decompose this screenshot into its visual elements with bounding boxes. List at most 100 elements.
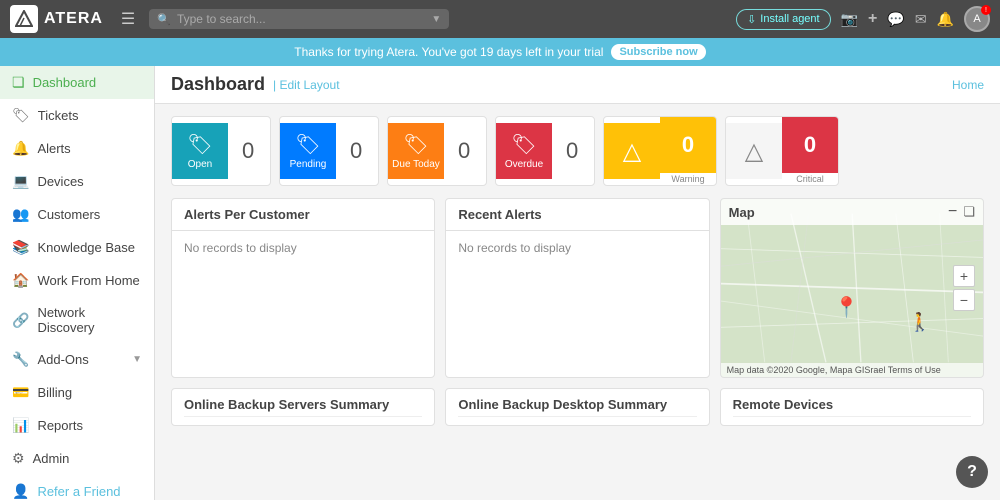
chevron-down-icon: ▼ [431,14,441,25]
tag-icon: 🏷 [511,132,536,157]
due-today-stat-icon: 🏷 Due Today [388,123,444,179]
remote-devices-title: Remote Devices [733,397,971,417]
stat-card-overdue: 🏷 Overdue 0 [495,116,595,186]
install-agent-button[interactable]: ⇩ Install agent [736,9,831,30]
sidebar-item-reports[interactable]: 📊 Reports [0,409,154,442]
trial-banner: Thanks for trying Atera. You've got 19 d… [0,38,1000,66]
tag-icon: 🏷 [403,132,428,157]
sidebar-item-alerts[interactable]: 🔔 Alerts [0,132,154,165]
billing-icon: 💳 [12,384,29,401]
hamburger-icon[interactable]: ☰ [121,9,135,29]
sidebar-item-label: Work From Home [37,273,139,288]
sidebar-item-dashboard[interactable]: ❏ Dashboard [0,66,154,99]
sidebar-item-knowledge-base[interactable]: 📚 Knowledge Base [0,231,154,264]
logo: ATERA [10,5,103,33]
backup-desktop-panel: Online Backup Desktop Summary [445,388,709,426]
sidebar: ❏ Dashboard 🏷 Tickets 🔔 Alerts 💻 Devices… [0,66,155,500]
stat-card-warning: △ 0 Warning [603,116,717,186]
page-title: Dashboard [171,74,265,95]
sidebar-item-label: Add-Ons [37,352,88,367]
recent-alerts-header: Recent Alerts [446,199,708,231]
pending-stat-icon: 🏷 Pending [280,123,336,179]
overdue-stat-count: 0 [552,138,592,164]
customers-icon: 👥 [12,206,29,223]
bottom-sections-row: Online Backup Servers Summary Online Bac… [171,388,984,426]
recent-alerts-panel: Recent Alerts No records to display [445,198,709,378]
alerts-icon: 🔔 [12,140,29,157]
sidebar-item-work-from-home[interactable]: 🏠 Work From Home [0,264,154,297]
sidebar-item-label: Refer a Friend [37,484,120,499]
dashboard-body: 🏷 Open 0 🏷 Pending 0 [155,104,1000,438]
plus-icon[interactable]: + [868,10,877,28]
content-header-left: Dashboard | Edit Layout [171,74,340,95]
search-icon: 🔍 [157,13,171,26]
work-from-home-icon: 🏠 [12,272,29,289]
stats-row: 🏷 Open 0 🏷 Pending 0 [171,116,984,186]
warning-stat-count: 0 [660,117,716,173]
sidebar-item-network-discovery[interactable]: 🔗 Network Discovery [0,297,154,343]
navbar: ATERA ☰ 🔍 ▼ ⇩ Install agent 📷 + 💬 ✉ 🔔 A … [0,0,1000,38]
alerts-per-customer-panel: Alerts Per Customer No records to displa… [171,198,435,378]
knowledge-base-icon: 📚 [12,239,29,256]
network-icon: 🔗 [12,312,29,329]
admin-icon: ⚙ [12,450,25,467]
alerts-per-customer-header: Alerts Per Customer [172,199,434,231]
reports-icon: 📊 [12,417,29,434]
remote-devices-panel: Remote Devices [720,388,984,426]
map-title: Map [729,205,755,220]
refer-icon: 👤 [12,483,29,500]
chat-icon[interactable]: 💬 [887,11,904,28]
sidebar-item-label: Tickets [38,108,79,123]
avatar[interactable]: A ! [964,6,990,32]
sidebar-item-label: Dashboard [33,75,97,90]
map-zoom-in-button[interactable]: + [953,265,975,287]
map-svg [721,199,983,377]
email-icon[interactable]: ✉ [915,11,927,28]
subscribe-button[interactable]: Subscribe now [611,44,705,60]
panels-row: Alerts Per Customer No records to displa… [171,198,984,378]
download-icon: ⇩ [747,13,756,26]
logo-text: ATERA [44,10,103,28]
search-bar[interactable]: 🔍 ▼ [149,9,449,29]
sidebar-item-admin[interactable]: ⚙ Admin [0,442,154,475]
home-link[interactable]: Home [952,78,984,92]
sidebar-item-add-ons[interactable]: 🔧 Add-Ons ▼ [0,343,154,376]
navbar-right: ⇩ Install agent 📷 + 💬 ✉ 🔔 A ! [736,6,990,32]
overdue-stat-icon: 🏷 Overdue [496,123,552,179]
help-button[interactable]: ? [956,456,988,488]
edit-layout-link[interactable]: | Edit Layout [273,78,340,92]
map-zoom-controls: + − [953,265,975,311]
sidebar-item-label: Devices [37,174,83,189]
map-controls: − ❏ [948,203,975,221]
chevron-down-icon: ▼ [132,354,142,365]
sidebar-item-refer-a-friend[interactable]: 👤 Refer a Friend [0,475,154,500]
add-ons-icon: 🔧 [12,351,29,368]
map-minus-button[interactable]: − [948,203,957,221]
trial-message: Thanks for trying Atera. You've got 19 d… [294,45,603,59]
sidebar-item-tickets[interactable]: 🏷 Tickets [0,99,154,132]
camera-icon[interactable]: 📷 [841,11,858,28]
sidebar-item-customers[interactable]: 👥 Customers [0,198,154,231]
recent-alerts-body: No records to display [446,231,708,291]
map-panel: Map − ❏ [720,198,984,378]
critical-alert-icon: △ [726,123,782,179]
sidebar-item-billing[interactable]: 💳 Billing [0,376,154,409]
map-zoom-out-button[interactable]: − [953,289,975,311]
logo-icon [10,5,38,33]
warning-label: Warning [667,173,708,185]
main-layout: ❏ Dashboard 🏷 Tickets 🔔 Alerts 💻 Devices… [0,66,1000,500]
map-expand-icon[interactable]: ❏ [963,204,975,220]
due-today-stat-count: 0 [444,138,484,164]
backup-servers-title: Online Backup Servers Summary [184,397,422,417]
sidebar-item-label: Network Discovery [37,305,142,335]
open-stat-icon: 🏷 Open [172,123,228,179]
tag-icon: 🏷 [295,132,320,157]
bell-icon[interactable]: 🔔 [937,11,954,28]
sidebar-item-label: Knowledge Base [37,240,135,255]
sidebar-item-label: Alerts [37,141,70,156]
search-input[interactable] [177,12,425,26]
warning-alert-icon: △ [604,123,660,179]
sidebar-item-devices[interactable]: 💻 Devices [0,165,154,198]
backup-servers-panel: Online Backup Servers Summary [171,388,435,426]
warning-triangle-icon: △ [623,137,641,166]
